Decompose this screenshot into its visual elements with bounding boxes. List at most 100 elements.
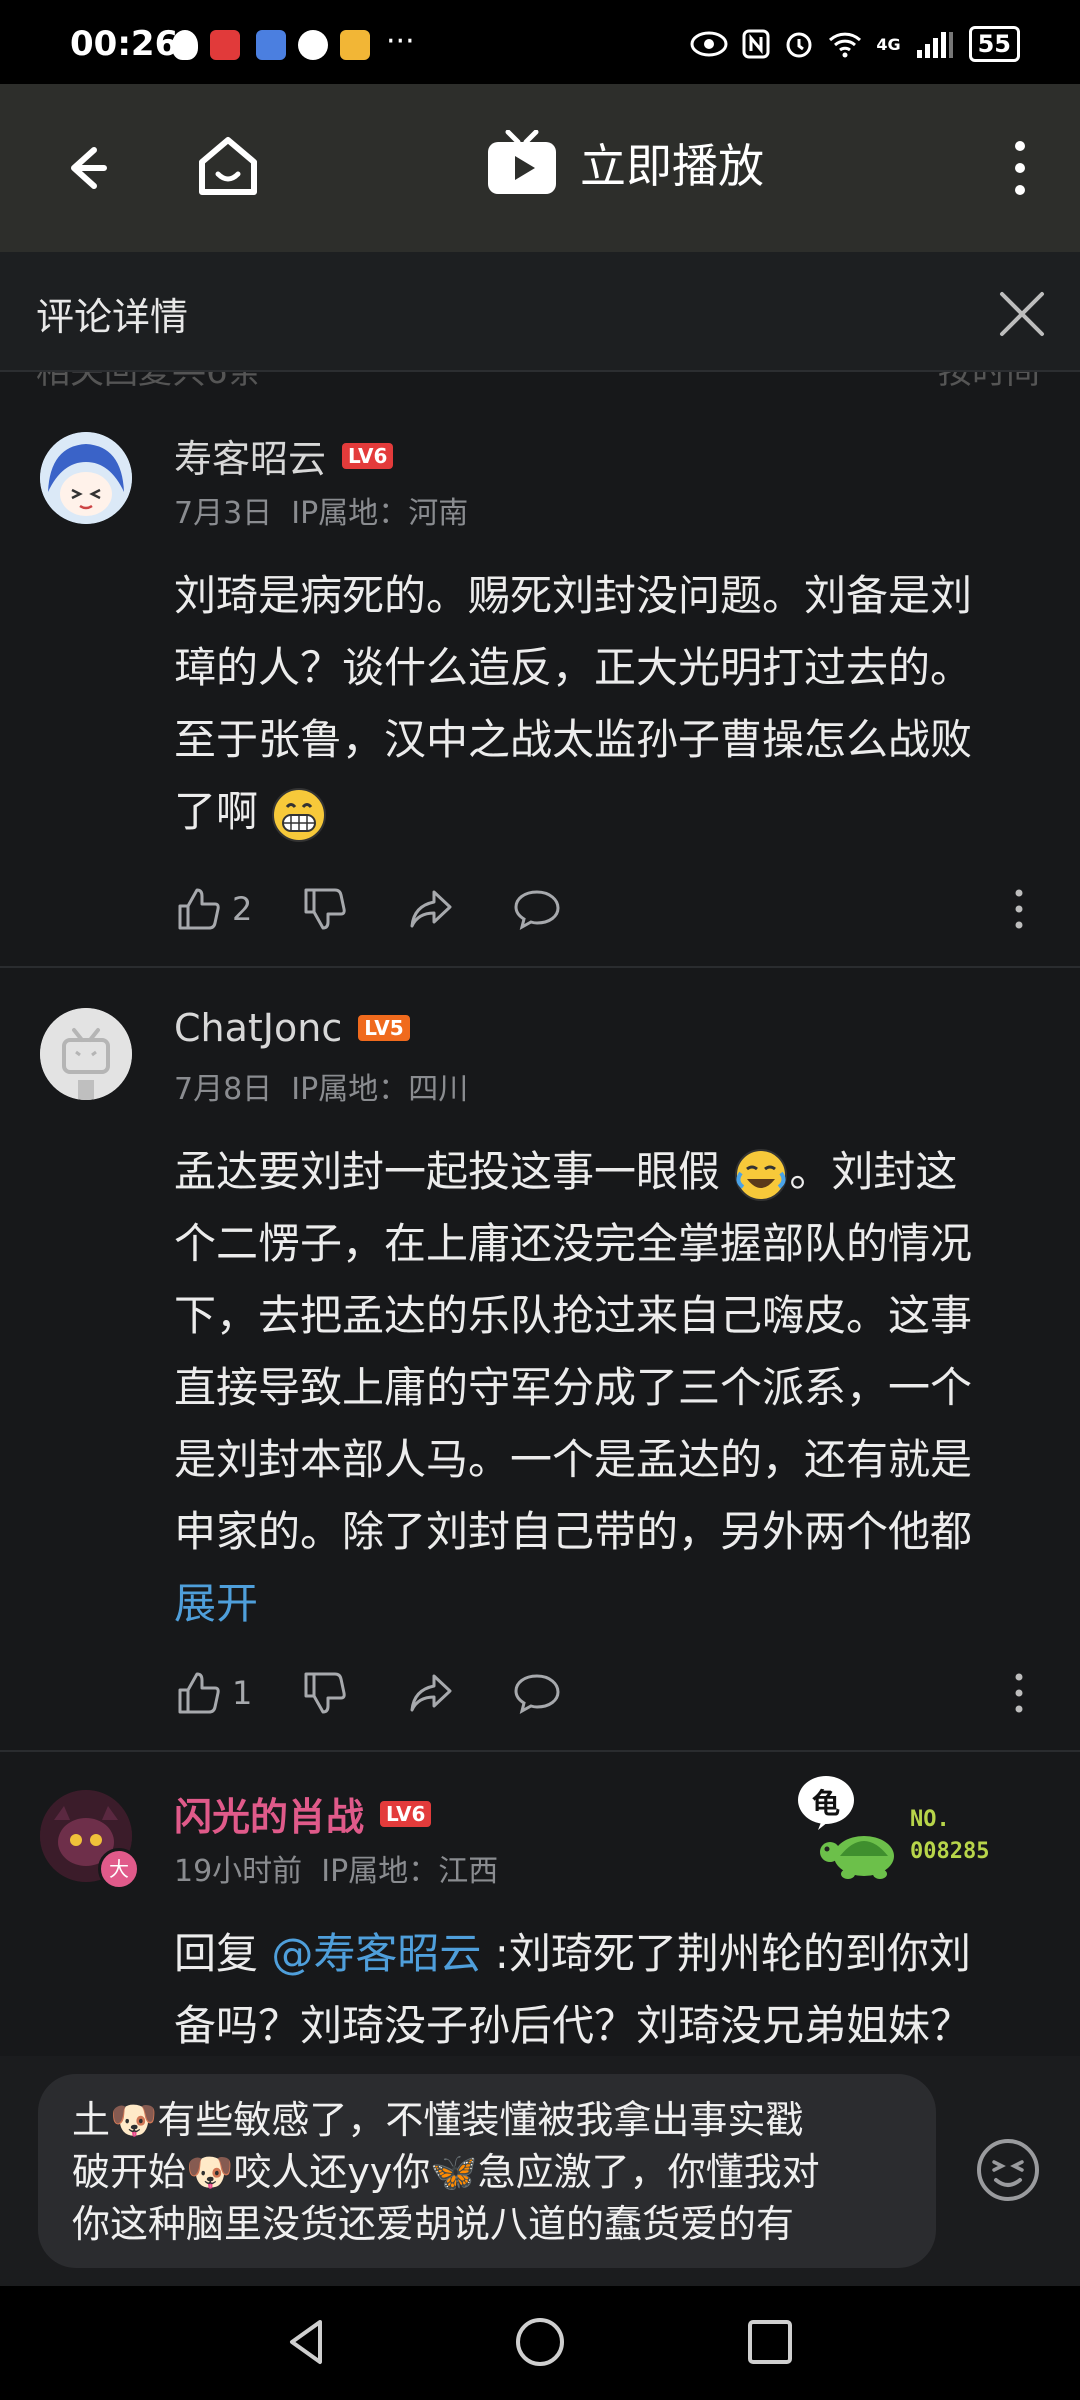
reply-input[interactable]: 土🐶有些敏感了，不懂装懂被我拿出事实戳 破开始🐶咬人还yy你🦋急应激了，你懂我对… (38, 2074, 936, 2268)
ip-location: IP属地：四川 (291, 1072, 469, 1107)
comment-meta: 7月8日 IP属地：四川 (174, 1064, 468, 1108)
comment-line: 刘琦是病死的。赐死刘封没问题。刘备是刘 (174, 571, 973, 620)
comment-line: 是刘封本部人马。一个是孟达的，还有就是 (174, 1435, 973, 1484)
comment-date: 7月3日 (174, 496, 273, 531)
thumbs-down-icon (304, 1672, 347, 1714)
comment-line: 直接导致上庸的守军分成了三个派系，一个 (174, 1363, 973, 1412)
reply-button[interactable] (512, 1668, 570, 1718)
default-tv-avatar-icon (40, 1008, 132, 1100)
level-badge: LV6 (380, 1800, 432, 1827)
nav-back-icon[interactable] (280, 2314, 336, 2370)
comment-body: 刘琦是病死的。赐死刘封没问题。刘备是刘 璋的人？谈什么造反，正大光明打过去的。 … (174, 560, 1044, 848)
fan-no-label: NO. (910, 1807, 950, 1832)
comment-item: 寿客昭云 LV6 7月3日 IP属地：河南 刘琦是病死的。赐死刘封没问题。刘备是… (0, 372, 1080, 968)
comment-line: 备吗？刘琦没子孙后代？刘琦没兄弟姐妹？ (174, 2001, 973, 2050)
share-button[interactable] (406, 884, 464, 934)
comment-detail-header: 评论详情 (0, 252, 1080, 372)
video-top-bar: 立即播放 (0, 84, 1080, 252)
fan-bubble-text: 龟 (811, 1787, 840, 1820)
like-count: 1 (232, 1674, 253, 1712)
comment-line: 了啊 (174, 787, 259, 836)
like-button[interactable]: 2 (174, 884, 252, 934)
anime-avatar-icon (40, 432, 132, 524)
username-text: 寿客昭云 (174, 437, 327, 481)
play-now-label: 立即播放 (580, 139, 764, 193)
battery-indicator: 55 (968, 26, 1020, 62)
more-vertical-icon[interactable] (1000, 136, 1040, 200)
signal-icon (916, 32, 953, 58)
ip-location: IP属地：江西 (321, 1854, 499, 1889)
nav-recents-icon[interactable] (744, 2316, 796, 2368)
comment-line-first: 孟达要刘封一起投这事一眼假 。刘封这 (174, 1136, 1044, 1208)
input-line: 你这种脑里没货还爱胡说八道的蠢货爱的有 (72, 2202, 795, 2246)
comment-line-last: 了啊 (174, 776, 1044, 848)
comment-meta: 7月3日 IP属地：河南 (174, 488, 468, 532)
comment-line-first: 回复 @寿客昭云 :刘琦死了荆州轮的到你刘 (174, 1918, 1044, 1990)
thumbs-up-icon (178, 1672, 220, 1714)
input-line: 土🐶有些敏感了，不懂装懂被我拿出事实戳 (72, 2098, 804, 2142)
level-badge: LV6 (342, 442, 394, 469)
username[interactable]: 闪光的肖战 LV6 (174, 1786, 432, 1841)
status-right: 4G 55 (690, 26, 1020, 62)
tv-play-icon (488, 130, 556, 194)
emoji-picker-icon[interactable] (974, 2136, 1042, 2204)
avatar[interactable] (40, 432, 132, 524)
play-now-button[interactable]: 立即播放 (486, 130, 764, 196)
share-icon (410, 1674, 452, 1712)
like-count: 2 (232, 890, 253, 928)
qq-icon (172, 30, 198, 60)
mention-link[interactable]: @寿客昭云 (271, 1929, 481, 1978)
network-type: 4G (876, 34, 901, 54)
more-vertical-icon[interactable] (1004, 1668, 1034, 1718)
nav-home-icon[interactable] (512, 2314, 568, 2370)
app-blue-icon (256, 30, 286, 60)
more-vertical-icon[interactable] (1004, 884, 1034, 934)
comment-line: 申家的。除了刘封自己带的，另外两个他都 (174, 1507, 973, 1556)
alarm-icon (786, 32, 812, 58)
comment-meta: 19小时前 IP属地：江西 (174, 1846, 498, 1890)
comment-bubble-icon (514, 1674, 560, 1714)
comment-bubble-icon (514, 890, 560, 930)
comment-line: 个二愣子，在上庸还没完全掌握部队的情况 (174, 1219, 973, 1268)
close-icon[interactable] (996, 288, 1048, 340)
dislike-button[interactable] (300, 1668, 358, 1718)
wechat-icon (298, 30, 328, 60)
comment-line: 下，去把孟达的乐队抢过来自己嗨皮。这事 (174, 1291, 973, 1340)
wifi-icon (829, 32, 862, 58)
comment-line: 孟达要刘封一起投这事一眼假 (174, 1147, 721, 1196)
share-icon (410, 890, 452, 928)
grin-emoji-icon (272, 787, 327, 842)
reply-input-text[interactable]: 土🐶有些敏感了，不懂装懂被我拿出事实戳 破开始🐶咬人还yy你🦋急应激了，你懂我对… (72, 2094, 922, 2250)
avatar[interactable] (40, 1008, 132, 1100)
comment-body: 回复 @寿客昭云 :刘琦死了荆州轮的到你刘 备吗？刘琦没子孙后代？刘琦没兄弟姐妹… (174, 1918, 1044, 2054)
avatar[interactable]: 大 (40, 1790, 140, 1890)
username[interactable]: ChatJonc LV5 (174, 1006, 410, 1050)
system-nav-bar (0, 2286, 1080, 2400)
username[interactable]: 寿客昭云 LV6 (174, 428, 394, 483)
expand-link[interactable]: 展开 (174, 1568, 1044, 1640)
level-badge: LV5 (358, 1015, 410, 1041)
comment-date: 7月8日 (174, 1072, 273, 1107)
laugh-cry-emoji-icon (735, 1148, 788, 1201)
comment-list[interactable]: 相关回复共6条 按时间 寿客昭云 LV6 7月3日 IP属地：河南 刘琦是病死的… (0, 372, 1080, 2054)
thumbs-down-icon (304, 888, 347, 930)
mail-icon (340, 30, 370, 60)
reply-button[interactable] (512, 884, 570, 934)
username-text: 闪光的肖战 (174, 1795, 365, 1839)
ip-location: IP属地：河南 (291, 496, 469, 531)
comment-item: ChatJonc LV5 7月8日 IP属地：四川 孟达要刘封一起投这事一眼假 … (0, 968, 1080, 1752)
share-button[interactable] (406, 1668, 464, 1718)
comment-line: 。刘封这 (789, 1147, 958, 1196)
back-arrow-icon[interactable] (50, 132, 122, 204)
eye-icon (690, 31, 728, 57)
comment-date: 19小时前 (174, 1854, 303, 1889)
comment-actions: 2 (174, 884, 618, 934)
like-button[interactable]: 1 (174, 1668, 252, 1718)
comment-item: 大 闪光的肖战 LV6 19小时前 IP属地：江西 回复 @寿客昭云 :刘琦死了… (0, 1752, 1080, 2054)
thumbs-up-icon (178, 888, 220, 930)
dislike-button[interactable] (300, 884, 358, 934)
fan-no-value: 008285 (910, 1839, 990, 1864)
status-time: 00:26 (70, 24, 179, 64)
home-icon[interactable] (190, 128, 266, 204)
comment-line: 至于张鲁，汉中之战太监孙子曹操怎么战败 (174, 715, 973, 764)
